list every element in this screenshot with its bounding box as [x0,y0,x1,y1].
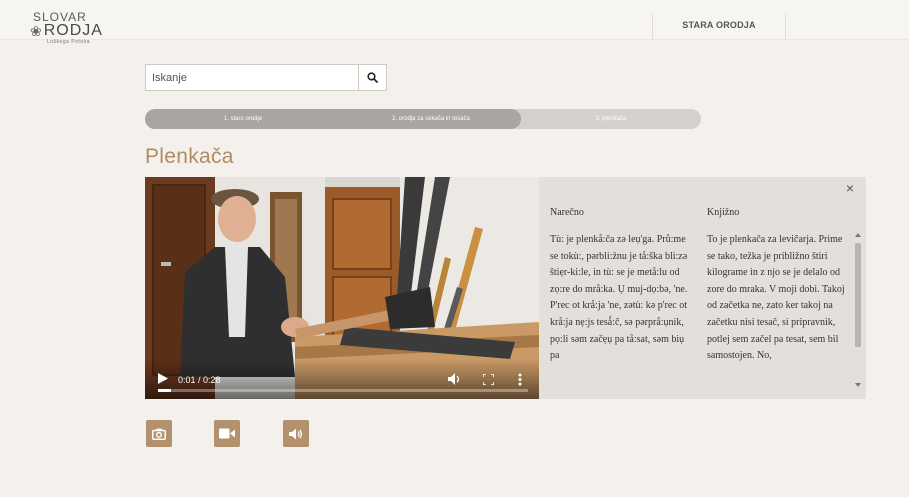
flower-icon: ❀ [30,23,43,39]
site-logo[interactable]: SLOVAR ❀ RODJA Loškega Potoka [30,11,120,51]
scroll-thumb[interactable] [855,243,861,347]
video-controls: 0:01 / 0:28 [145,359,539,399]
more-options-icon[interactable] [518,373,522,386]
fullscreen-icon[interactable] [483,374,494,385]
breadcrumb-item-staro-orodje[interactable]: 1. staro orodje [145,109,341,129]
breadcrumb-item-orodja-za-sekaca[interactable]: 2. orodja za sekača in tesača [341,109,521,129]
dialect-heading: Narečno [550,208,584,218]
dialect-text: Tù: je plenkå:ča zə leụ'ga. Prů:me se to… [550,234,688,362]
search-icon [367,72,378,83]
video-time: 0:01 / 0:28 [178,375,221,385]
search-input[interactable] [145,64,358,91]
logo-line-2: RODJA [43,22,103,39]
logo-line-2-wrap: ❀ RODJA [30,22,120,40]
video-button[interactable] [214,420,240,447]
play-icon[interactable] [158,373,168,384]
speaker-icon [289,428,303,439]
standard-heading: Knjižno [707,208,740,218]
dialect-column: Narečno Tù: je plenkå:ča zə leụ'ga. Prů:… [550,208,696,399]
video-progress-bar[interactable] [158,389,528,392]
page-title: Plenkača [145,145,234,168]
scroll-down-arrow-icon[interactable] [855,383,861,387]
search-bar [145,64,387,91]
breadcrumb: 1. staro orodje 2. orodja za sekača in t… [145,109,701,129]
video-camera-icon [219,428,235,439]
scroll-up-arrow-icon[interactable] [855,233,861,237]
video-player[interactable]: 0:01 / 0:28 [145,177,539,399]
search-button[interactable] [358,64,387,91]
video-progress-fill [158,389,172,392]
transcript-scrollbar[interactable] [854,233,862,387]
nav-item-stara-orodja[interactable]: STARA ORODJA [652,13,786,40]
logo-line-3: Loškega Potoka [47,39,90,45]
standard-text: To je plenkača za levičarja. Prime se ta… [707,234,845,362]
breadcrumb-item-plenkaca: 3. plenkača [595,116,627,122]
photo-button[interactable] [146,420,172,447]
transcript-panel: × Narečno Tù: je plenkå:ča zə leụ'ga. Pr… [539,177,866,399]
volume-icon[interactable] [448,373,461,385]
audio-button[interactable] [283,420,309,447]
close-icon[interactable]: × [844,181,856,195]
top-bar: SLOVAR ❀ RODJA Loškega Potoka STARA OROD… [0,0,909,45]
camera-icon [152,428,166,440]
standard-column: Knjižno To je plenkača za levičarja. Pri… [707,208,849,399]
